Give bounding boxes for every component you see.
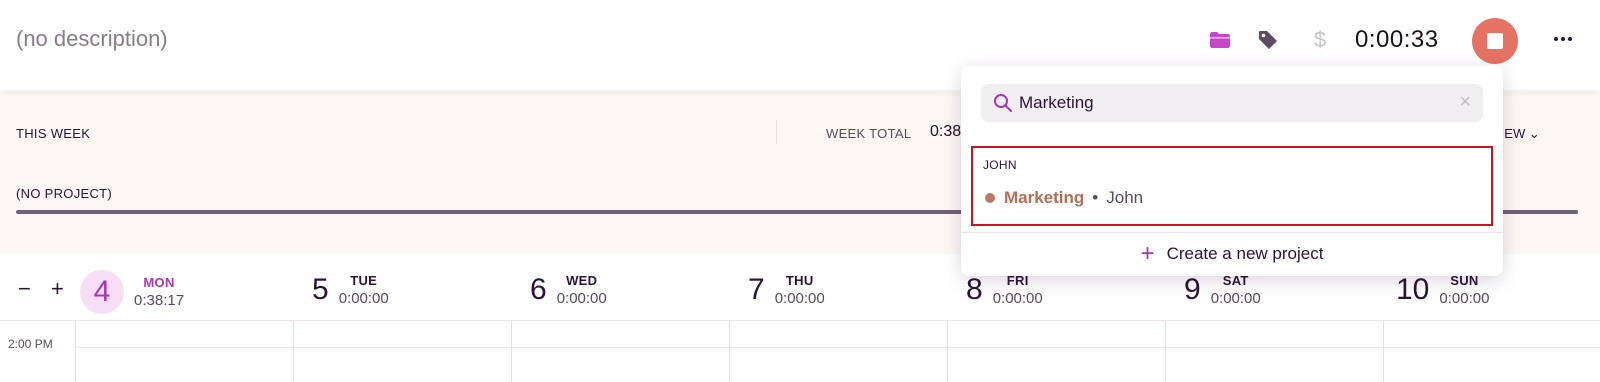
day-header-wed[interactable]: 6 WED 0:00:00: [530, 270, 607, 310]
day-name: MON: [143, 275, 175, 290]
day-header-tue[interactable]: 5 TUE 0:00:00: [312, 270, 389, 310]
grid-line: [729, 321, 730, 382]
day-number: 7: [748, 273, 765, 306]
chevron-down-icon: ⌄: [1528, 126, 1540, 141]
day-header-fri[interactable]: 8 FRI 0:00:00: [966, 270, 1043, 310]
day-total: 0:00:00: [338, 290, 389, 307]
day-total: 0:00:00: [1439, 290, 1490, 307]
client-group: JOHN Marketing • John: [971, 146, 1493, 226]
day-header-sat[interactable]: 9 SAT 0:00:00: [1184, 270, 1261, 310]
day-number: 6: [530, 273, 547, 306]
divider: [776, 120, 777, 144]
tag-icon[interactable]: [1256, 28, 1280, 52]
zoom-in-button[interactable]: +: [51, 276, 64, 301]
project-item-marketing[interactable]: Marketing • John: [985, 188, 1143, 208]
close-icon[interactable]: ×: [1459, 91, 1471, 114]
separator: •: [1092, 188, 1099, 207]
day-number: 5: [312, 273, 329, 306]
day-name: TUE: [350, 273, 378, 288]
day-total: 0:00:00: [556, 290, 607, 307]
create-project-button[interactable]: + Create a new project: [961, 238, 1503, 270]
divider: [961, 232, 1503, 233]
week-total-value: 0:38: [930, 123, 962, 140]
search-icon: [994, 94, 1012, 112]
grid-line: [75, 321, 76, 382]
grid-line: [947, 321, 948, 382]
stop-button[interactable]: [1472, 18, 1518, 64]
day-number: 9: [1184, 273, 1201, 306]
project-color-dot: [985, 193, 995, 203]
day-number: 8: [966, 273, 983, 306]
project-name: Marketing: [1004, 188, 1085, 207]
day-header-thu[interactable]: 7 THU 0:00:00: [748, 270, 825, 310]
grid-line: [1165, 321, 1166, 382]
day-name: WED: [566, 273, 598, 288]
plus-icon: +: [1140, 240, 1155, 267]
client-label: JOHN: [983, 158, 1017, 172]
project-dropdown: Marketing × JOHN Marketing • John + Crea…: [961, 66, 1503, 276]
this-week-label[interactable]: THIS WEEK: [16, 126, 90, 141]
more-icon[interactable]: [1548, 24, 1578, 54]
day-number: 4: [80, 270, 124, 314]
day-header-mon[interactable]: 4 MON 0:38:17: [80, 270, 184, 314]
day-total: 0:00:00: [992, 290, 1043, 307]
stop-icon: [1487, 33, 1503, 49]
day-header-sun[interactable]: 10 SUN 0:00:00: [1396, 270, 1489, 310]
grid-line: [1383, 321, 1384, 382]
day-name: THU: [785, 273, 814, 288]
no-project-label: (NO PROJECT): [16, 186, 113, 201]
day-total: 0:00:00: [1210, 290, 1261, 307]
zoom-out-button[interactable]: −: [18, 276, 31, 301]
project-client: John: [1106, 188, 1144, 207]
timer-display: 0:00:33: [1355, 26, 1439, 53]
folder-icon[interactable]: [1208, 28, 1232, 52]
day-number: 10: [1396, 273, 1430, 306]
day-total: 0:00:00: [774, 290, 825, 307]
search-value: Marketing: [1019, 93, 1094, 112]
time-label: 2:00 PM: [8, 337, 53, 351]
project-search-input[interactable]: Marketing ×: [981, 84, 1483, 122]
week-total-label: WEEK TOTAL: [826, 126, 912, 141]
create-project-label: Create a new project: [1166, 244, 1324, 263]
grid-line: [511, 321, 512, 382]
grid-line: [75, 347, 1600, 348]
calendar-grid[interactable]: 2:00 PM: [0, 320, 1600, 382]
day-total: 0:38:17: [134, 292, 185, 309]
grid-line: [293, 321, 294, 382]
zoom-controls: − +: [18, 276, 78, 302]
dollar-icon[interactable]: $: [1308, 28, 1332, 52]
description-input[interactable]: (no description): [16, 26, 168, 52]
